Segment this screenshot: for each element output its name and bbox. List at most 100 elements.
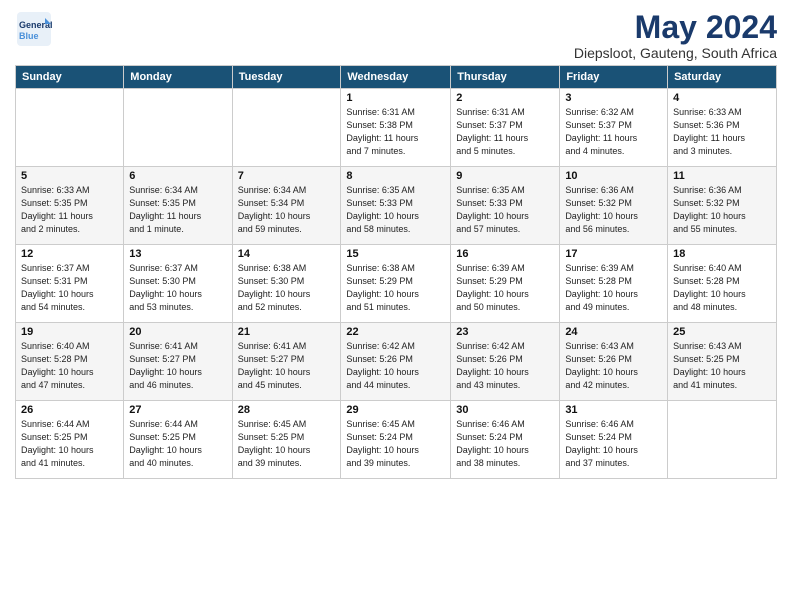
day-number: 30	[456, 404, 554, 416]
calendar-day-cell: 2 Sunrise: 6:31 AMSunset: 5:37 PMDaylight…	[451, 89, 560, 167]
day-number: 3	[565, 92, 662, 104]
day-info: Sunrise: 6:41 AMSunset: 5:27 PMDaylight:…	[129, 340, 226, 392]
day-number: 13	[129, 248, 226, 260]
day-number: 2	[456, 92, 554, 104]
calendar-day-cell: 19 Sunrise: 6:40 AMSunset: 5:28 PMDayligh…	[16, 323, 124, 401]
day-number: 1	[346, 92, 445, 104]
day-number: 20	[129, 326, 226, 338]
calendar-day-cell	[124, 89, 232, 167]
calendar-table: SundayMondayTuesdayWednesdayThursdayFrid…	[15, 65, 777, 479]
day-info: Sunrise: 6:44 AMSunset: 5:25 PMDaylight:…	[129, 418, 226, 470]
title-block: May 2024 Diepsloot, Gauteng, South Afric…	[574, 10, 777, 61]
day-info: Sunrise: 6:34 AMSunset: 5:34 PMDaylight:…	[238, 184, 336, 236]
day-number: 7	[238, 170, 336, 182]
calendar-day-cell: 16 Sunrise: 6:39 AMSunset: 5:29 PMDayligh…	[451, 245, 560, 323]
day-number: 24	[565, 326, 662, 338]
calendar-day-cell: 7 Sunrise: 6:34 AMSunset: 5:34 PMDaylight…	[232, 167, 341, 245]
day-info: Sunrise: 6:36 AMSunset: 5:32 PMDaylight:…	[565, 184, 662, 236]
calendar-week-row: 12Sunrise: 6:37 AMSunset: 5:31 PMDayligh…	[16, 245, 777, 323]
weekday-header-row: SundayMondayTuesdayWednesdayThursdayFrid…	[16, 66, 777, 89]
calendar-day-cell: 29 Sunrise: 6:45 AMSunset: 5:24 PMDayligh…	[341, 401, 451, 479]
day-info: Sunrise: 6:40 AMSunset: 5:28 PMDaylight:…	[673, 262, 771, 314]
day-info: Sunrise: 6:37 AMSunset: 5:30 PMDaylight:…	[129, 262, 226, 314]
weekday-header-thursday: Thursday	[451, 66, 560, 89]
calendar-day-cell: 28Sunrise: 6:45 AMSunset: 5:25 PMDayligh…	[232, 401, 341, 479]
calendar-day-cell: 4Sunrise: 6:33 AMSunset: 5:36 PMDaylight…	[668, 89, 777, 167]
day-number: 10	[565, 170, 662, 182]
subtitle: Diepsloot, Gauteng, South Africa	[574, 45, 777, 61]
calendar-day-cell: 14 Sunrise: 6:38 AMSunset: 5:30 PMDayligh…	[232, 245, 341, 323]
day-number: 29	[346, 404, 445, 416]
day-info: Sunrise: 6:39 AMSunset: 5:28 PMDaylight:…	[565, 262, 662, 314]
day-info: Sunrise: 6:36 AMSunset: 5:32 PMDaylight:…	[673, 184, 771, 236]
weekday-header-friday: Friday	[560, 66, 668, 89]
day-info: Sunrise: 6:43 AMSunset: 5:26 PMDaylight:…	[565, 340, 662, 392]
calendar-day-cell: 6Sunrise: 6:34 AMSunset: 5:35 PMDaylight…	[124, 167, 232, 245]
calendar-day-cell: 31Sunrise: 6:46 AMSunset: 5:24 PMDayligh…	[560, 401, 668, 479]
day-info: Sunrise: 6:31 AMSunset: 5:38 PMDaylight:…	[346, 106, 445, 158]
day-info: Sunrise: 6:40 AMSunset: 5:28 PMDaylight:…	[21, 340, 118, 392]
calendar-day-cell: 3 Sunrise: 6:32 AMSunset: 5:37 PMDaylight…	[560, 89, 668, 167]
day-number: 22	[346, 326, 445, 338]
calendar-day-cell: 12Sunrise: 6:37 AMSunset: 5:31 PMDayligh…	[16, 245, 124, 323]
day-number: 5	[21, 170, 118, 182]
day-number: 25	[673, 326, 771, 338]
calendar-day-cell: 1 Sunrise: 6:31 AMSunset: 5:38 PMDaylight…	[341, 89, 451, 167]
calendar-day-cell	[668, 401, 777, 479]
calendar-week-row: 19 Sunrise: 6:40 AMSunset: 5:28 PMDayligh…	[16, 323, 777, 401]
weekday-header-monday: Monday	[124, 66, 232, 89]
day-number: 21	[238, 326, 336, 338]
day-number: 23	[456, 326, 554, 338]
day-info: Sunrise: 6:39 AMSunset: 5:29 PMDaylight:…	[456, 262, 554, 314]
calendar-day-cell: 27 Sunrise: 6:44 AMSunset: 5:25 PMDayligh…	[124, 401, 232, 479]
calendar-day-cell: 13 Sunrise: 6:37 AMSunset: 5:30 PMDayligh…	[124, 245, 232, 323]
day-number: 17	[565, 248, 662, 260]
day-info: Sunrise: 6:33 AMSunset: 5:35 PMDaylight:…	[21, 184, 118, 236]
day-info: Sunrise: 6:41 AMSunset: 5:27 PMDaylight:…	[238, 340, 336, 392]
calendar-day-cell: 18 Sunrise: 6:40 AMSunset: 5:28 PMDayligh…	[668, 245, 777, 323]
day-number: 27	[129, 404, 226, 416]
day-info: Sunrise: 6:32 AMSunset: 5:37 PMDaylight:…	[565, 106, 662, 158]
calendar-day-cell: 23Sunrise: 6:42 AMSunset: 5:26 PMDayligh…	[451, 323, 560, 401]
day-number: 16	[456, 248, 554, 260]
calendar-day-cell	[232, 89, 341, 167]
day-info: Sunrise: 6:35 AMSunset: 5:33 PMDaylight:…	[346, 184, 445, 236]
calendar-day-cell: 20 Sunrise: 6:41 AMSunset: 5:27 PMDayligh…	[124, 323, 232, 401]
day-info: Sunrise: 6:35 AMSunset: 5:33 PMDaylight:…	[456, 184, 554, 236]
header: General Blue May 2024 Diepsloot, Gauteng…	[15, 10, 777, 61]
day-info: Sunrise: 6:37 AMSunset: 5:31 PMDaylight:…	[21, 262, 118, 314]
day-number: 15	[346, 248, 445, 260]
svg-text:Blue: Blue	[19, 31, 39, 41]
day-info: Sunrise: 6:45 AMSunset: 5:25 PMDaylight:…	[238, 418, 336, 470]
day-number: 6	[129, 170, 226, 182]
calendar-day-cell: 26Sunrise: 6:44 AMSunset: 5:25 PMDayligh…	[16, 401, 124, 479]
calendar-day-cell: 10 Sunrise: 6:36 AMSunset: 5:32 PMDayligh…	[560, 167, 668, 245]
weekday-header-wednesday: Wednesday	[341, 66, 451, 89]
day-info: Sunrise: 6:46 AMSunset: 5:24 PMDaylight:…	[565, 418, 662, 470]
calendar-week-row: 1 Sunrise: 6:31 AMSunset: 5:38 PMDaylight…	[16, 89, 777, 167]
day-info: Sunrise: 6:46 AMSunset: 5:24 PMDaylight:…	[456, 418, 554, 470]
weekday-header-saturday: Saturday	[668, 66, 777, 89]
day-number: 14	[238, 248, 336, 260]
logo: General Blue	[15, 10, 53, 48]
calendar-day-cell: 8 Sunrise: 6:35 AMSunset: 5:33 PMDaylight…	[341, 167, 451, 245]
day-number: 8	[346, 170, 445, 182]
calendar-week-row: 5 Sunrise: 6:33 AMSunset: 5:35 PMDaylight…	[16, 167, 777, 245]
day-info: Sunrise: 6:45 AMSunset: 5:24 PMDaylight:…	[346, 418, 445, 470]
calendar-day-cell	[16, 89, 124, 167]
calendar-day-cell: 5 Sunrise: 6:33 AMSunset: 5:35 PMDaylight…	[16, 167, 124, 245]
day-info: Sunrise: 6:31 AMSunset: 5:37 PMDaylight:…	[456, 106, 554, 158]
calendar-day-cell: 24 Sunrise: 6:43 AMSunset: 5:26 PMDayligh…	[560, 323, 668, 401]
day-number: 19	[21, 326, 118, 338]
calendar-day-cell: 17 Sunrise: 6:39 AMSunset: 5:28 PMDayligh…	[560, 245, 668, 323]
day-info: Sunrise: 6:38 AMSunset: 5:29 PMDaylight:…	[346, 262, 445, 314]
calendar-day-cell: 30 Sunrise: 6:46 AMSunset: 5:24 PMDayligh…	[451, 401, 560, 479]
calendar-week-row: 26Sunrise: 6:44 AMSunset: 5:25 PMDayligh…	[16, 401, 777, 479]
weekday-header-sunday: Sunday	[16, 66, 124, 89]
day-info: Sunrise: 6:38 AMSunset: 5:30 PMDaylight:…	[238, 262, 336, 314]
calendar-day-cell: 21 Sunrise: 6:41 AMSunset: 5:27 PMDayligh…	[232, 323, 341, 401]
calendar-day-cell: 11Sunrise: 6:36 AMSunset: 5:32 PMDayligh…	[668, 167, 777, 245]
logo-icon: General Blue	[15, 10, 53, 48]
weekday-header-tuesday: Tuesday	[232, 66, 341, 89]
day-number: 18	[673, 248, 771, 260]
